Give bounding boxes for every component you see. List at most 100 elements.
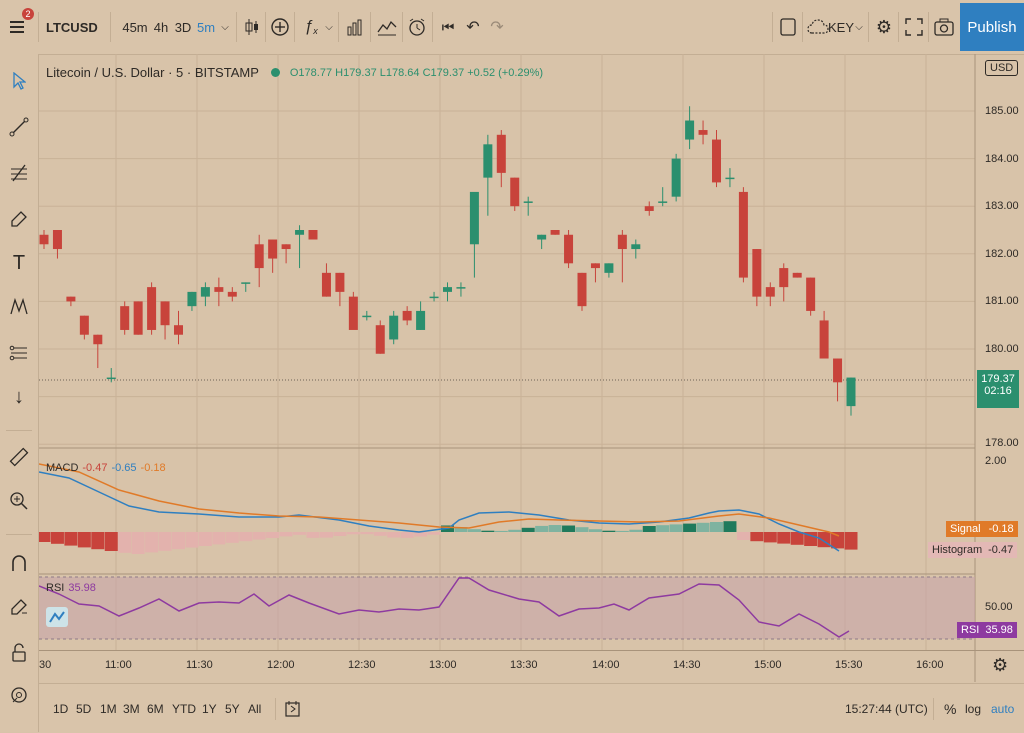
candle-body bbox=[604, 263, 614, 273]
gear-icon[interactable]: ⚙ bbox=[992, 655, 1008, 676]
candle-body bbox=[79, 315, 89, 335]
price-label: 183.00 bbox=[985, 200, 1019, 212]
chevron-down-icon[interactable]: ⌵ bbox=[322, 0, 336, 54]
candle-body bbox=[281, 244, 291, 250]
macd-histogram-bar bbox=[252, 532, 266, 540]
candle-body bbox=[765, 287, 775, 297]
candle-body bbox=[389, 315, 399, 340]
chevron-down-icon[interactable]: ⌵ bbox=[218, 0, 232, 54]
time-label: 11:30 bbox=[186, 659, 213, 671]
range-3m[interactable]: 3M bbox=[123, 684, 140, 733]
macd-histogram-bar bbox=[602, 530, 616, 532]
auto-toggle[interactable]: auto bbox=[991, 684, 1014, 733]
macd-histogram-bar bbox=[763, 532, 777, 543]
interval-5m[interactable]: 5m bbox=[196, 0, 216, 54]
candle-body bbox=[846, 377, 856, 407]
bar-chart-icon[interactable] bbox=[342, 0, 368, 54]
gear-icon[interactable]: ⚙ bbox=[872, 0, 896, 54]
candle-body bbox=[52, 230, 62, 250]
cloud-icon[interactable] bbox=[806, 0, 830, 54]
text-tool-icon[interactable]: T bbox=[4, 248, 34, 278]
candles-icon[interactable] bbox=[240, 0, 264, 54]
layout-icon[interactable] bbox=[776, 0, 800, 54]
macd-histogram-bar bbox=[629, 529, 643, 532]
candle-body bbox=[66, 296, 76, 302]
rsi-label: RSI bbox=[46, 582, 65, 594]
publish-button[interactable]: Publish bbox=[960, 3, 1024, 51]
candle-body bbox=[712, 139, 721, 183]
range-5y[interactable]: 5Y bbox=[225, 684, 240, 733]
add-indicator-icon[interactable] bbox=[268, 0, 292, 54]
time-label: 16:00 bbox=[916, 659, 944, 671]
macd-histogram-bar bbox=[387, 532, 401, 538]
macd-histogram-bar bbox=[683, 523, 697, 532]
currency-label[interactable]: USD bbox=[985, 60, 1019, 76]
percent-toggle[interactable]: % bbox=[944, 684, 956, 733]
candle-body bbox=[644, 206, 654, 211]
prediction-icon[interactable] bbox=[4, 338, 34, 368]
compare-icon[interactable] bbox=[374, 0, 400, 54]
candle-body bbox=[833, 358, 843, 383]
range-ytd[interactable]: YTD bbox=[172, 684, 196, 733]
camera-icon[interactable] bbox=[932, 0, 956, 54]
goto-date-icon[interactable] bbox=[285, 684, 301, 733]
price-label: 182.00 bbox=[985, 248, 1019, 260]
time-label: 14:00 bbox=[592, 659, 620, 671]
macd-histogram-bar bbox=[656, 525, 670, 532]
alarm-icon[interactable] bbox=[404, 0, 430, 54]
range-6m[interactable]: 6M bbox=[147, 684, 164, 733]
lock-drawing-icon[interactable] bbox=[4, 592, 34, 622]
function-icon[interactable]: ƒx bbox=[300, 0, 322, 54]
range-1y[interactable]: 1Y bbox=[202, 684, 217, 733]
time-axis[interactable]: 30 11:00 11:30 12:00 12:30 13:00 13:30 1… bbox=[39, 650, 1024, 683]
cursor-icon[interactable] bbox=[4, 66, 34, 96]
candle-body bbox=[590, 263, 600, 269]
candle-body bbox=[362, 315, 372, 318]
candle-body bbox=[375, 325, 385, 354]
candle-body bbox=[93, 334, 103, 345]
undo-icon[interactable]: ↶ bbox=[462, 0, 484, 54]
candle-body bbox=[227, 291, 237, 297]
range-1d[interactable]: 1D bbox=[53, 684, 68, 733]
macd-histogram-bar bbox=[575, 527, 589, 532]
candle-body bbox=[738, 191, 748, 278]
replay-icon[interactable]: ⏮ bbox=[436, 0, 460, 54]
range-1m[interactable]: 1M bbox=[100, 684, 117, 733]
histogram-tag: Histogram -0.47 bbox=[928, 542, 1018, 558]
chevron-down-icon[interactable]: ⌵ bbox=[852, 0, 866, 54]
chart-canvas[interactable] bbox=[39, 54, 1024, 682]
zoom-in-icon[interactable] bbox=[4, 486, 34, 516]
trend-line-icon[interactable] bbox=[4, 112, 34, 142]
rsi-tag-label: RSI bbox=[961, 624, 980, 636]
log-toggle[interactable]: log bbox=[965, 684, 981, 733]
rsi-legend: RSI 35.98 bbox=[46, 582, 96, 594]
macd-histogram-bar bbox=[508, 529, 522, 532]
magnet-icon[interactable] bbox=[4, 548, 34, 578]
macd-label: MACD bbox=[46, 462, 79, 474]
macd-histogram-bar bbox=[39, 532, 51, 542]
status-dot-icon bbox=[270, 68, 280, 77]
redo-icon[interactable]: ↷ bbox=[486, 0, 508, 54]
macd-histogram-bar bbox=[118, 532, 132, 553]
chart-legend: Litecoin / U.S. Dollar · 5 · BITSTAMP O1… bbox=[46, 65, 543, 80]
macd-histogram-bar bbox=[104, 532, 118, 551]
range-5d[interactable]: 5D bbox=[76, 684, 91, 733]
range-all[interactable]: All bbox=[248, 684, 261, 733]
fib-tool-icon[interactable] bbox=[4, 158, 34, 188]
macd-histogram-bar bbox=[239, 532, 253, 542]
interval-45m[interactable]: 45m bbox=[122, 0, 148, 54]
interval-3d[interactable]: 3D bbox=[173, 0, 193, 54]
eye-icon[interactable] bbox=[4, 680, 34, 710]
macd-histogram-bar bbox=[615, 530, 629, 532]
ruler-icon[interactable] bbox=[4, 442, 34, 472]
lock-icon[interactable] bbox=[4, 638, 34, 668]
interval-4h[interactable]: 4h bbox=[152, 0, 170, 54]
clock[interactable]: 15:27:44 (UTC) bbox=[845, 684, 928, 733]
arrow-down-icon[interactable]: ↓ bbox=[4, 382, 34, 412]
pattern-icon[interactable] bbox=[4, 292, 34, 322]
brush-icon[interactable] bbox=[4, 204, 34, 234]
fullscreen-icon[interactable] bbox=[902, 0, 926, 54]
price-label: 178.00 bbox=[985, 437, 1019, 449]
layout-name[interactable]: KEY bbox=[828, 0, 854, 54]
symbol-search[interactable]: LTCUSD bbox=[46, 0, 106, 54]
